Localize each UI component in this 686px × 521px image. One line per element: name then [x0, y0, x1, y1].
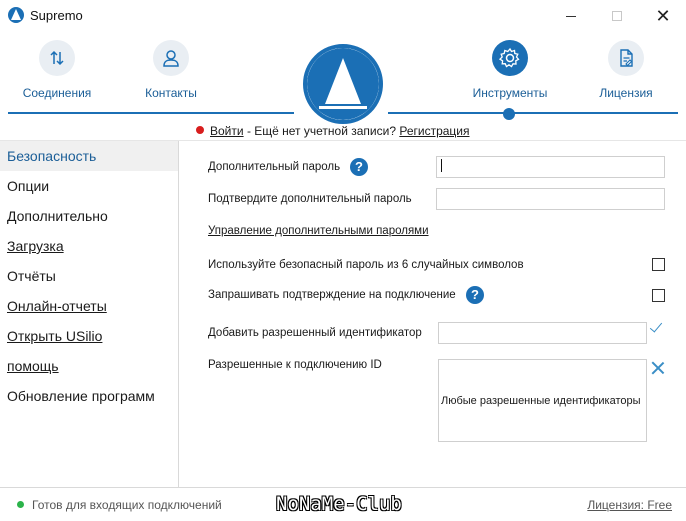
allowed-ids-list[interactable]: Любые разрешенные идентификаторы — [438, 359, 647, 442]
status-text: Готов для входящих подключений — [32, 498, 222, 512]
secure-password-label: Используйте безопасный пароль из 6 случа… — [208, 259, 524, 271]
confirm-check-icon[interactable] — [651, 324, 663, 332]
ask-confirmation-checkbox[interactable] — [652, 289, 665, 302]
minimize-icon — [566, 15, 576, 17]
status-bar: Готов для входящих подключений NoNaMe-Cl… — [0, 487, 686, 521]
watermark-text: NoNaMe-Club — [276, 493, 402, 515]
text-cursor — [441, 159, 442, 172]
sidebar-item-download[interactable]: Загрузка — [0, 231, 178, 261]
maximize-icon — [612, 11, 622, 21]
connections-icon — [39, 40, 75, 76]
sidebar-item-updates[interactable]: Обновление программ — [0, 381, 178, 411]
title-bar: Supremo ✕ — [0, 0, 686, 32]
remove-id-icon[interactable] — [651, 361, 665, 375]
sidebar-item-reports[interactable]: Отчёты — [0, 261, 178, 291]
help-icon[interactable]: ? — [466, 286, 484, 304]
login-link[interactable]: Войти — [210, 124, 244, 138]
nav-divider-left — [8, 112, 294, 114]
extra-password-label: Дополнительный пароль — [208, 161, 341, 173]
maximize-button[interactable] — [594, 0, 640, 32]
nav-license[interactable]: Лицензия — [576, 40, 676, 100]
window-title: Supremo — [30, 8, 83, 23]
confirm-password-field[interactable] — [436, 188, 665, 210]
allowed-ids-value: Любые разрешенные идентификаторы — [441, 395, 641, 407]
main-nav: Соединения Контакты Инструменты Лицензия — [0, 32, 686, 124]
add-id-label: Добавить разрешенный идентификатор — [208, 327, 422, 339]
settings-sidebar: Безопасность Опции Дополнительно Загрузк… — [0, 141, 179, 487]
license-icon — [608, 40, 644, 76]
login-status-line: Войти - Ещё нет учетной записи? Регистра… — [196, 124, 470, 138]
ask-confirmation-label: Запрашивать подтверждение на подключение — [208, 289, 456, 301]
supremo-logo — [303, 44, 383, 124]
minimize-button[interactable] — [548, 0, 594, 32]
sidebar-item-security[interactable]: Безопасность — [0, 141, 178, 171]
gear-icon — [492, 40, 528, 76]
nav-connections-label: Соединения — [22, 86, 92, 100]
nav-contacts-label: Контакты — [145, 86, 197, 100]
offline-status-dot — [196, 126, 204, 134]
add-id-field[interactable] — [438, 322, 647, 344]
close-icon: ✕ — [655, 5, 671, 26]
contacts-icon — [153, 40, 189, 76]
manage-passwords-link[interactable]: Управление дополнительными паролями — [208, 225, 429, 237]
sidebar-item-options[interactable]: Опции — [0, 171, 178, 201]
sidebar-item-open-usilio[interactable]: Открыть USilio — [0, 321, 178, 351]
nav-license-label: Лицензия — [599, 86, 653, 100]
sidebar-item-online-reports[interactable]: Онлайн-отчеты — [0, 291, 178, 321]
sidebar-item-advanced[interactable]: Дополнительно — [0, 201, 178, 231]
supremo-logo-icon — [8, 7, 24, 23]
nav-tools[interactable]: Инструменты — [460, 40, 560, 100]
extra-password-field[interactable] — [436, 156, 665, 178]
register-link[interactable]: Регистрация — [399, 124, 469, 138]
sidebar-item-help[interactable]: помощь — [0, 351, 178, 381]
online-status-dot — [17, 501, 24, 508]
license-link[interactable]: Лицензия: Free — [587, 498, 672, 512]
confirm-password-label: Подтвердите дополнительный пароль — [208, 193, 412, 205]
help-icon[interactable]: ? — [350, 158, 368, 176]
nav-contacts[interactable]: Контакты — [121, 40, 221, 100]
active-nav-indicator — [503, 108, 515, 120]
close-button[interactable]: ✕ — [640, 0, 686, 32]
nav-connections[interactable]: Соединения — [7, 40, 107, 100]
allowed-ids-label: Разрешенные к подключению ID — [208, 359, 382, 371]
nav-divider-right — [388, 112, 678, 114]
no-account-text: - Ещё нет учетной записи? — [246, 124, 396, 138]
nav-tools-label: Инструменты — [472, 86, 548, 100]
secure-password-checkbox[interactable] — [652, 258, 665, 271]
